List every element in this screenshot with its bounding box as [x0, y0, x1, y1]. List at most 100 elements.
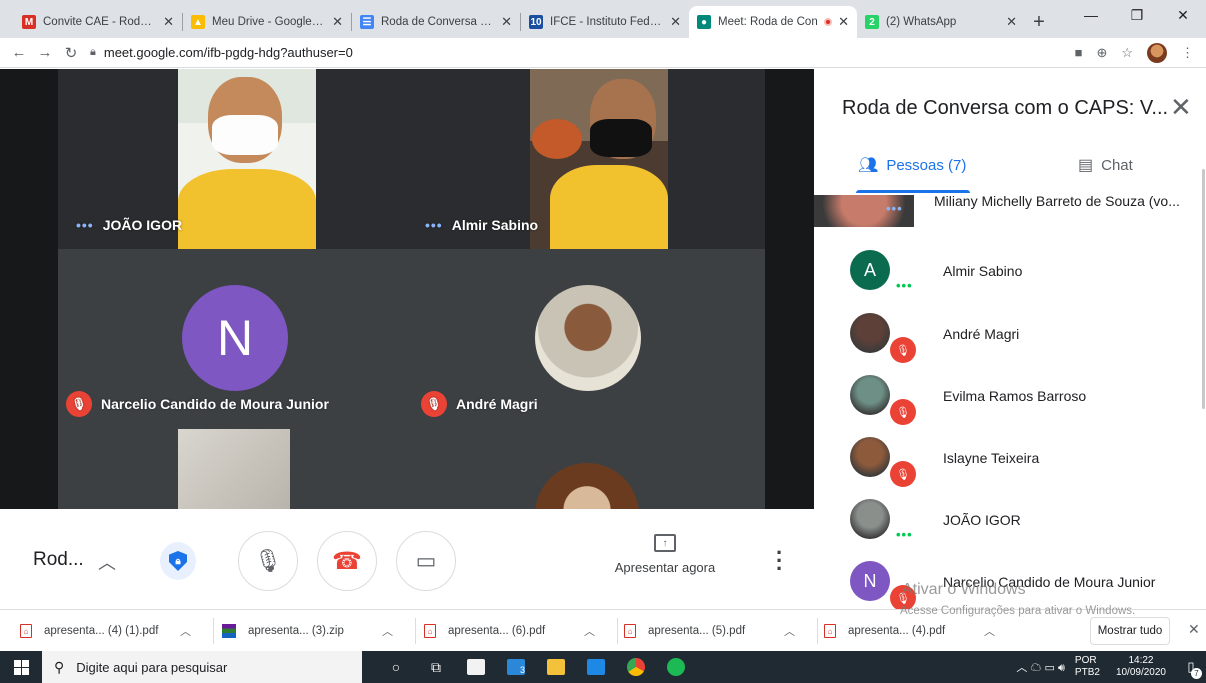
video-tile-joao-igor[interactable]: ••• JOÃO IGOR: [58, 69, 413, 249]
chevron-up-icon[interactable]: ︿: [382, 623, 393, 639]
video-tile-andre-magri[interactable]: 🎙︎ André Magri: [413, 249, 765, 429]
video-tile-narcelio[interactable]: N 🎙︎ Narcelio Candido de Moura Junior: [58, 249, 413, 429]
close-tab-icon[interactable]: ✕: [1006, 14, 1017, 30]
tile-name-label: ••• JOÃO IGOR: [76, 217, 182, 233]
microphone-button[interactable]: 🎙︎: [238, 531, 298, 591]
back-icon[interactable]: ←: [6, 44, 32, 61]
address-bar[interactable]: 🔒︎ meet.google.com/ifb-pgdg-hdg?authuser…: [90, 45, 1075, 60]
video-camera-icon: ▭: [415, 548, 437, 573]
keyboard-layout-label: PTB2: [1074, 667, 1100, 678]
close-icon[interactable]: ✕: [1188, 621, 1200, 638]
video-tile-almir-sabino[interactable]: ••• Almir Sabino: [413, 69, 765, 249]
tab-label: Pessoas (7): [886, 156, 967, 174]
more-options-icon[interactable]: •••: [76, 217, 94, 233]
download-filename: apresenta... (6).pdf: [448, 625, 546, 637]
tab-label: Meu Drive - Google Dri: [212, 16, 327, 28]
maximize-button[interactable]: ❐: [1114, 0, 1160, 30]
cortana-icon[interactable]: ○: [376, 651, 416, 683]
tab-people[interactable]: 👥︎ Pessoas (7): [858, 155, 966, 175]
close-icon[interactable]: ✕: [1170, 92, 1192, 123]
microphone-icon: 🎙︎: [254, 548, 282, 573]
download-item[interactable]: ⌂ apresenta... (6).pdf ︿: [424, 610, 614, 652]
chrome-icon[interactable]: [616, 651, 656, 683]
people-icon: 👥︎: [858, 157, 879, 174]
profile-avatar[interactable]: [1147, 42, 1167, 63]
language-indicator[interactable]: POR PTB2: [1075, 655, 1100, 679]
participant-row[interactable]: A ••• Almir Sabino: [814, 240, 1206, 302]
close-tab-icon[interactable]: ✕: [163, 14, 174, 30]
task-view-icon[interactable]: ⧉: [416, 651, 456, 683]
close-window-button[interactable]: ✕: [1160, 0, 1206, 30]
meeting-details-button[interactable]: Rod...: [33, 549, 84, 571]
video-tile-partial[interactable]: [58, 429, 413, 509]
browser-tab[interactable]: ▲ Meu Drive - Google Dri ✕: [183, 6, 351, 38]
meeting-control-bar: Rod... ︿ 🔒︎ 🎙︎ ☎︎ ▭ ↑ Apresentar agora ·…: [0, 509, 814, 609]
browser-tab[interactable]: 10 IFCE - Instituto Federal ✕: [521, 6, 689, 38]
present-now-button[interactable]: ↑ Apresentar agora: [605, 534, 725, 575]
participant-row[interactable]: 🎙︎ André Magri: [814, 303, 1206, 365]
chevron-up-icon[interactable]: ︿: [180, 623, 191, 639]
video-tile-partial[interactable]: [413, 429, 765, 509]
bookmark-star-icon[interactable]: ☆: [1121, 45, 1133, 61]
zip-file-icon: [222, 624, 236, 638]
docs-icon: ☰: [360, 15, 374, 29]
download-item[interactable]: apresenta... (3).zip ︿: [222, 610, 412, 652]
show-all-button[interactable]: Mostrar tudo: [1090, 617, 1170, 645]
participant-row[interactable]: ••• JOÃO IGOR: [814, 489, 1206, 551]
participant-row[interactable]: N 🎙︎ Narcelio Candido de Moura Junior: [814, 551, 1206, 609]
zoom-icon[interactable]: ⊕: [1096, 45, 1107, 61]
new-tab-button[interactable]: +: [1025, 6, 1053, 38]
scrollbar[interactable]: [1202, 169, 1205, 409]
close-tab-icon[interactable]: ✕: [670, 14, 681, 30]
pumpkin-decor: [532, 119, 582, 159]
camera-button[interactable]: ▭: [396, 531, 456, 591]
participant-row[interactable]: 🎙︎ Evilma Ramos Barroso: [814, 365, 1206, 427]
chevron-up-icon[interactable]: ︿: [98, 549, 116, 575]
mail-icon[interactable]: 3: [496, 651, 536, 683]
download-separator: [817, 618, 818, 644]
participant-name: Miliany Michelly Barreto de Souza (vo...: [934, 195, 1180, 209]
avatar: N: [182, 285, 288, 391]
browser-tab[interactable]: ☰ Roda de Conversa com ✕: [352, 6, 520, 38]
browser-tab[interactable]: M Convite CAE - Roda de ✕: [14, 6, 182, 38]
download-separator: [415, 618, 416, 644]
chevron-up-icon[interactable]: ︿: [584, 623, 595, 639]
download-filename: apresenta... (4) (1).pdf: [44, 625, 159, 637]
search-icon: ⚲: [54, 658, 65, 675]
mic-off-icon: 🎙︎: [66, 391, 92, 417]
tray-icons[interactable]: ︿ ☁ ▭ 🔊︎: [1016, 659, 1065, 675]
minimize-button[interactable]: —: [1068, 0, 1114, 30]
media-player-icon[interactable]: [576, 651, 616, 683]
chevron-up-icon[interactable]: ︿: [984, 623, 995, 639]
start-button[interactable]: [0, 651, 42, 683]
notification-center-button[interactable]: ▯ 7: [1176, 651, 1206, 683]
close-tab-icon[interactable]: ✕: [501, 14, 512, 30]
more-options-icon[interactable]: · · ·: [776, 542, 783, 580]
browser-tab[interactable]: 2 (2) WhatsApp ✕: [857, 6, 1025, 38]
more-options-icon[interactable]: •••: [425, 217, 443, 233]
clock[interactable]: 14:22 10/09/2020: [1116, 655, 1166, 679]
close-tab-icon[interactable]: ✕: [332, 14, 343, 30]
activation-watermark-title: Ativar o Windows: [902, 581, 1026, 598]
spotify-icon[interactable]: [656, 651, 696, 683]
taskbar-search-box[interactable]: ⚲ Digite aqui para pesquisar: [42, 651, 362, 683]
store-icon[interactable]: [456, 651, 496, 683]
download-item[interactable]: ⌂ apresenta... (5).pdf ︿: [624, 610, 814, 652]
host-controls-button[interactable]: 🔒︎: [160, 542, 196, 580]
download-item[interactable]: ⌂ apresenta... (4) (1).pdf ︿: [20, 610, 210, 652]
hang-up-icon: ☎︎: [332, 547, 362, 575]
toolbar-actions: ■ ⊕ ☆ ⋮: [1075, 42, 1194, 63]
camera-indicator-icon[interactable]: ■: [1075, 45, 1083, 60]
forward-icon[interactable]: →: [32, 44, 58, 61]
browser-tab[interactable]: ● Meet: Roda de Con ✕: [689, 6, 857, 38]
file-explorer-icon[interactable]: [536, 651, 576, 683]
close-tab-icon[interactable]: ✕: [838, 14, 849, 30]
participant-row[interactable]: 🎙︎ Islayne Teixeira: [814, 427, 1206, 489]
browser-menu-icon[interactable]: ⋮: [1181, 45, 1194, 61]
tab-chat[interactable]: ▤ Chat: [1078, 155, 1133, 175]
chevron-up-icon[interactable]: ︿: [784, 623, 795, 639]
leave-call-button[interactable]: ☎︎: [317, 531, 377, 591]
reload-icon[interactable]: ↻: [58, 44, 84, 62]
mic-off-icon: 🎙︎: [890, 461, 916, 487]
tab-list: M Convite CAE - Roda de ✕ ▲ Meu Drive - Goog…: [0, 6, 1025, 38]
